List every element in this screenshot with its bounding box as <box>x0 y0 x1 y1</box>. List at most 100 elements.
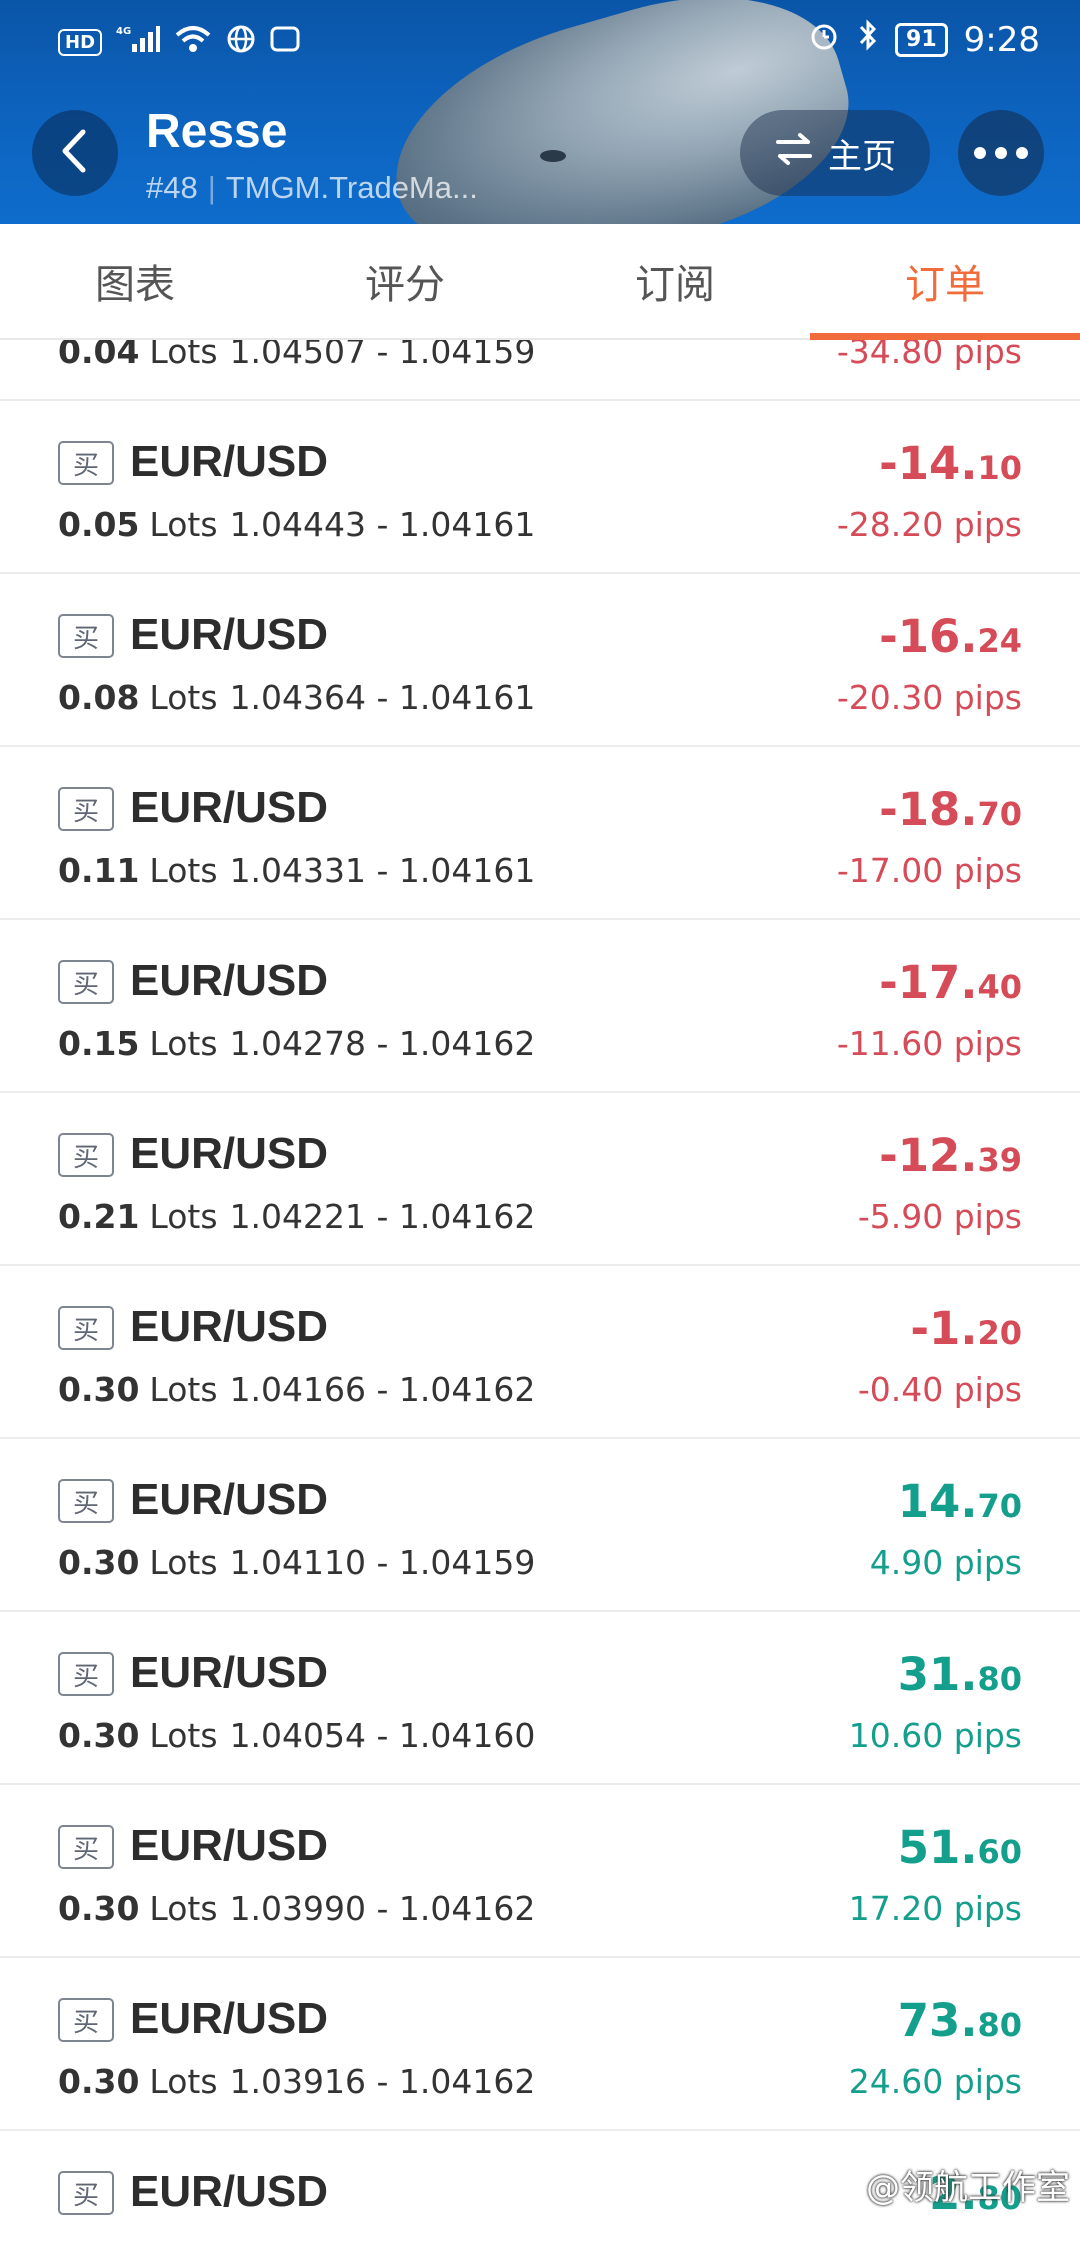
order-profit-int: 31. <box>897 1648 978 1701</box>
order-prices: 1.03990 - 1.04162 <box>229 1889 536 1928</box>
order-lots: 0.11 <box>58 851 140 890</box>
profile-header: HD 4G 91 9:28 Resse #48 | TMGM.TradeMa..… <box>0 0 1080 224</box>
order-pips: 4.90 pips <box>869 1543 1022 1582</box>
order-prices: 1.04166 - 1.04162 <box>229 1370 536 1409</box>
order-profit-int: -18. <box>879 783 978 836</box>
order-profit-int: -17. <box>879 956 978 1009</box>
wifi-icon <box>174 24 212 60</box>
buy-side-tag: 买 <box>58 1479 114 1523</box>
order-pips: -28.20 pips <box>836 505 1022 544</box>
header-whale-eye <box>540 150 566 162</box>
order-pips: -0.40 pips <box>857 1370 1022 1409</box>
tab-orders[interactable]: 订单 <box>810 224 1080 340</box>
account-number: #48 <box>146 170 198 205</box>
order-profit-int: 73. <box>897 1994 978 2047</box>
order-lots-unit: Lots <box>149 1197 218 1236</box>
order-symbol: EUR/USD <box>130 956 329 1005</box>
order-prices: 1.04364 - 1.04161 <box>229 678 536 717</box>
order-symbol: EUR/USD <box>130 1129 329 1178</box>
order-row[interactable]: 买 EUR/USD 0.15 Lots 1.04278 - 1.04162 -17.40-… <box>0 920 1080 1093</box>
order-symbol: EUR/USD <box>130 1302 329 1351</box>
buy-side-tag: 买 <box>58 441 114 485</box>
order-detail <box>58 2235 80 2244</box>
home-button-label: 主页 <box>828 136 896 177</box>
more-options-button[interactable] <box>958 110 1044 196</box>
page-title: Resse <box>146 105 288 158</box>
order-row[interactable]: 买 EUR/USD 0.08 Lots 1.04364 - 1.04161 -16.24-… <box>0 574 1080 747</box>
order-prices: 1.04507 - 1.04159 <box>229 340 536 371</box>
order-lots: 0.04 <box>58 340 140 371</box>
battery-indicator: 91 <box>895 22 948 57</box>
broker-name: TMGM.TradeMa... <box>225 170 478 205</box>
order-profit-dec: 40 <box>977 968 1022 1006</box>
order-lots-unit: Lots <box>149 1716 218 1755</box>
order-row[interactable]: 买 EUR/USD 0.21 Lots 1.04221 - 1.04162 -12.39-… <box>0 1093 1080 1266</box>
order-detail: 0.05 Lots 1.04443 - 1.04161 <box>58 505 535 544</box>
order-prices: 1.04054 - 1.04160 <box>229 1716 536 1755</box>
order-profit: -12.39 <box>879 1129 1022 1182</box>
order-prices: 1.04443 - 1.04161 <box>229 505 536 544</box>
more-dot-icon <box>974 147 986 159</box>
order-detail: 0.30 Lots 1.03916 - 1.04162 <box>58 2062 535 2101</box>
order-profit-int: -1. <box>910 1302 978 1355</box>
more-dot-icon <box>1016 147 1028 159</box>
order-symbol: EUR/USD <box>130 1994 329 2043</box>
tab-chart[interactable]: 图表 <box>0 224 270 338</box>
order-lots: 0.08 <box>58 678 140 717</box>
subtitle-divider: | <box>207 170 216 205</box>
buy-side-tag: 买 <box>58 1306 114 1350</box>
order-profit-dec: 80 <box>977 1660 1022 1698</box>
order-detail: 0.08 Lots 1.04364 - 1.04161 <box>58 678 535 717</box>
order-row[interactable]: 买 EUR/USD 0.30 Lots 1.04110 - 1.04159 14.70 4.… <box>0 1439 1080 1612</box>
order-pips: -5.90 pips <box>857 1197 1022 1236</box>
order-row[interactable]: 买 EUR/USD 0.30 Lots 1.04166 - 1.04162 -1.20 -0… <box>0 1266 1080 1439</box>
order-pips: -20.30 pips <box>836 678 1022 717</box>
order-detail: 0.30 Lots 1.03990 - 1.04162 <box>58 1889 535 1928</box>
order-row[interactable]: 买 EUR/USD 0.30 Lots 1.03990 - 1.04162 51.60 17… <box>0 1785 1080 1958</box>
orders-list[interactable]: 买EUR/USD0.04Lots1.04507 - 1.04159-13.92-… <box>0 340 1080 2244</box>
order-detail: 0.30 Lots 1.04166 - 1.04162 <box>58 1370 535 1409</box>
order-row[interactable]: 买 EUR/USD 0.05 Lots 1.04443 - 1.04161 -14.10-… <box>0 401 1080 574</box>
bluetooth-icon <box>857 18 879 61</box>
order-profit: -16.24 <box>879 610 1022 663</box>
buy-side-tag: 买 <box>58 1652 114 1696</box>
order-prices: 1.04331 - 1.04161 <box>229 851 536 890</box>
order-lots-unit: Lots <box>149 678 218 717</box>
order-row[interactable]: 买EUR/USD0.04Lots1.04507 - 1.04159-13.92-… <box>0 340 1080 401</box>
buy-side-tag: 买 <box>58 1133 114 1177</box>
order-lots: 0.30 <box>58 2062 140 2101</box>
order-pips: 24.60 pips <box>848 2062 1022 2101</box>
order-pips: -11.60 pips <box>836 1024 1022 1063</box>
order-lots-unit: Lots <box>149 505 218 544</box>
order-lots-unit: Lots <box>149 2062 218 2101</box>
status-bar: HD 4G 91 9:28 <box>0 0 1080 78</box>
tab-subscribe[interactable]: 订阅 <box>540 224 810 338</box>
order-row[interactable]: 买 EUR/USD 0.11 Lots 1.04331 - 1.04161 -18.70-… <box>0 747 1080 920</box>
order-profit: -14.10 <box>879 437 1022 490</box>
back-button[interactable] <box>32 110 118 196</box>
order-pips: -34.80 pips <box>836 340 1022 371</box>
watermark-text: @领航工作室 <box>866 2168 1070 2208</box>
order-lots: 0.21 <box>58 1197 140 1236</box>
order-profit-dec: 80 <box>977 2006 1022 2044</box>
order-lots-unit: Lots <box>149 1889 218 1928</box>
buy-side-tag: 买 <box>58 614 114 658</box>
order-profit-int: -14. <box>879 437 978 490</box>
order-profit-int: 51. <box>897 1821 978 1874</box>
order-profit: 51.60 <box>898 1821 1022 1874</box>
buy-side-tag: 买 <box>58 787 114 831</box>
order-profit-int: -12. <box>879 1129 978 1182</box>
more-dot-icon <box>995 147 1007 159</box>
order-prices: 1.03916 - 1.04162 <box>229 2062 536 2101</box>
tab-rating[interactable]: 评分 <box>270 224 540 338</box>
order-lots-unit: Lots <box>149 1370 218 1409</box>
order-row[interactable]: 买 EUR/USD 0.30 Lots 1.04054 - 1.04160 31.80 10… <box>0 1612 1080 1785</box>
order-detail: 0.30 Lots 1.04054 - 1.04160 <box>58 1716 535 1755</box>
order-row[interactable]: 买 EUR/USD 0.30 Lots 1.03916 - 1.04162 73.80 24… <box>0 1958 1080 2131</box>
order-profit-dec: 10 <box>977 449 1022 487</box>
order-lots-unit: Lots <box>149 1024 218 1063</box>
order-profit: -17.40 <box>879 956 1022 1009</box>
home-button[interactable]: 主页 <box>740 110 930 196</box>
account-subtitle: #48 | TMGM.TradeMa... <box>146 170 478 206</box>
order-lots: 0.05 <box>58 505 140 544</box>
